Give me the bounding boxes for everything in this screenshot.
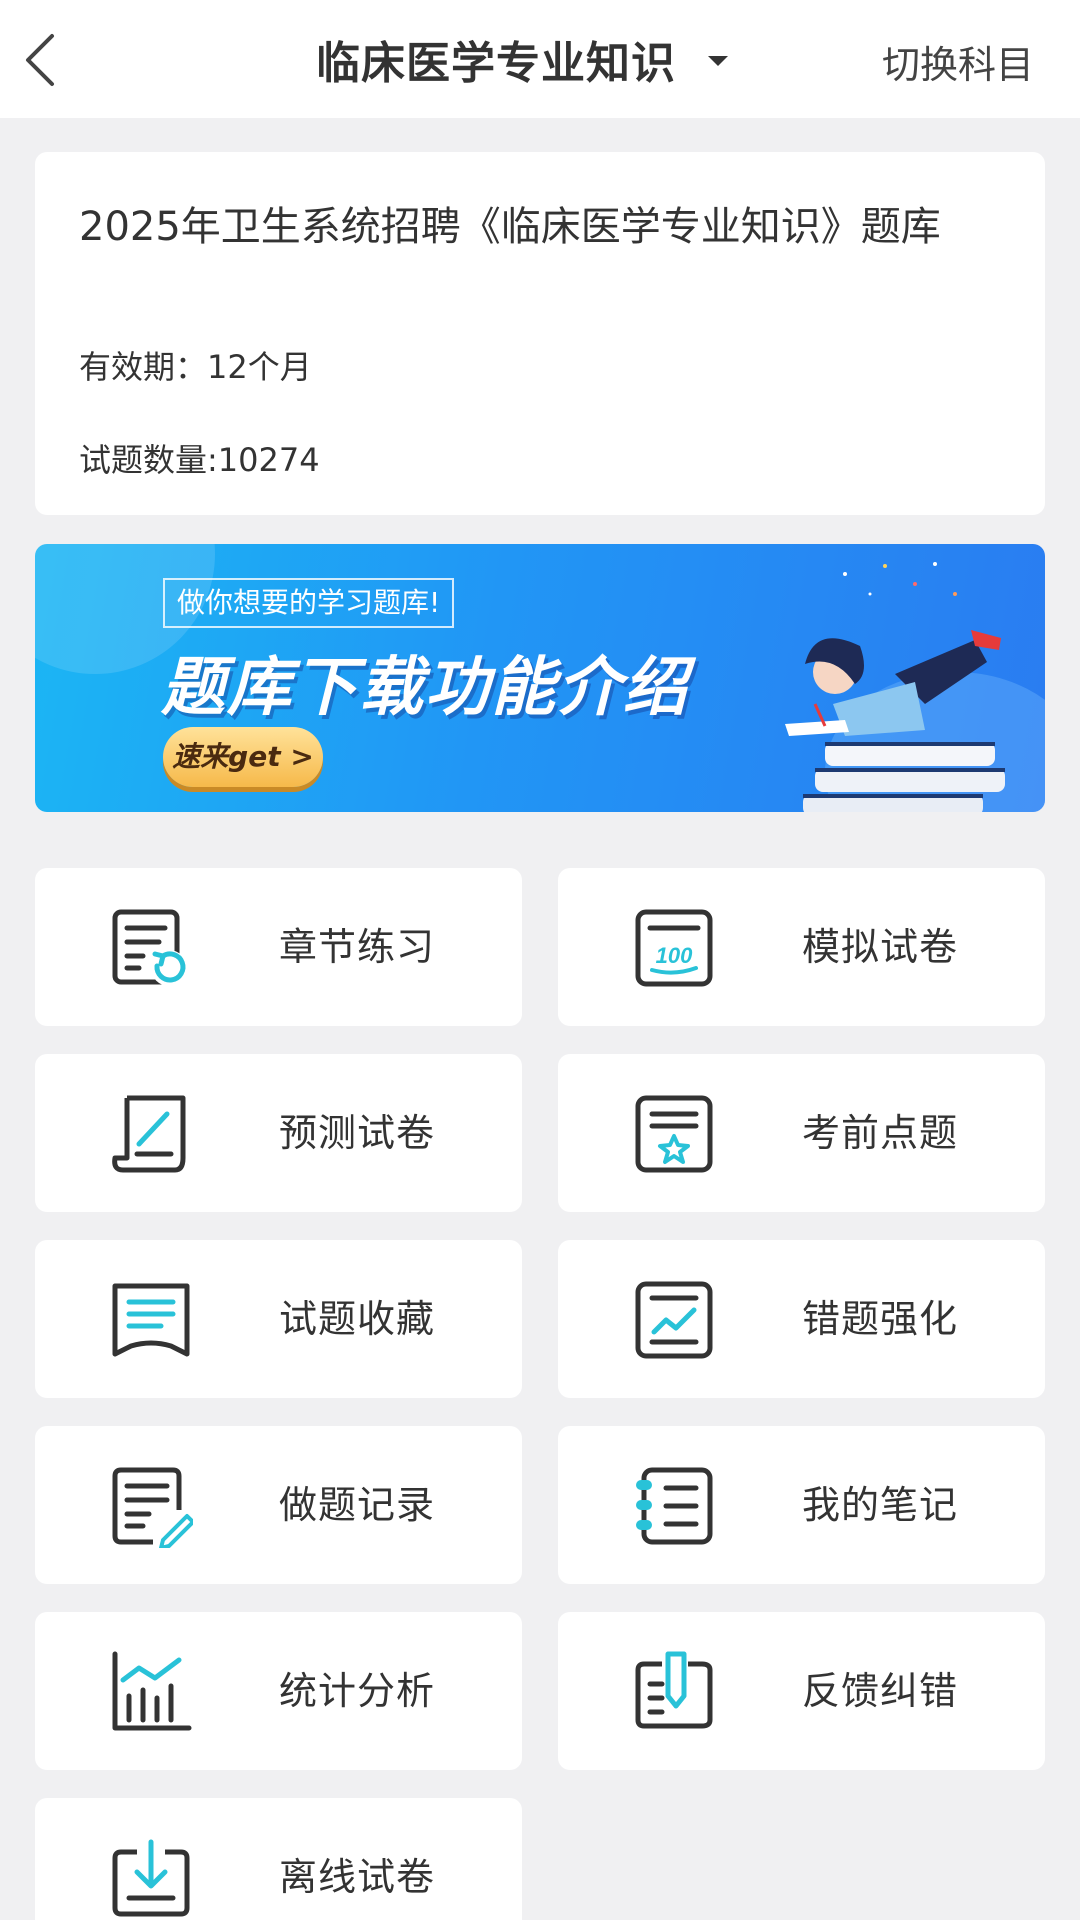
question-count: 试题数量:10274 [79,441,320,479]
tile-label: 考前点题 [802,1111,959,1155]
banner-slogan: 做你想要的学习题库! [163,578,455,628]
offline-exam-icon [112,1839,190,1917]
top-navigation-bar: 临床医学专业知识 切换科目 [0,0,1080,118]
page-title: 临床医学专业知识 [316,38,676,89]
subject-dropdown[interactable]: 临床医学专业知识 [316,26,728,92]
tile-offline-exam[interactable]: 离线试卷 [35,1798,522,1920]
wrong-questions-icon [635,1281,713,1359]
tile-prediction-exam[interactable]: 预测试卷 [35,1054,522,1212]
practice-record-icon [112,1467,193,1548]
banner-cta-button[interactable]: 速来get > [163,727,323,787]
tile-practice-record[interactable]: 做题记录 [35,1426,522,1584]
chevron-left-icon[interactable] [14,28,74,92]
mock-exam-icon: 100 [635,909,713,987]
switch-subject-button[interactable]: 切换科目 [882,34,1034,89]
tile-label: 离线试卷 [279,1855,436,1899]
tile-notes[interactable]: 我的笔记 [558,1426,1045,1584]
tile-label: 错题强化 [802,1297,959,1341]
key-questions-icon [635,1095,713,1173]
statistics-icon [112,1651,192,1731]
tile-key-questions[interactable]: 考前点题 [558,1054,1045,1212]
favorites-icon [112,1283,190,1357]
tile-feedback[interactable]: 反馈纠错 [558,1612,1045,1770]
feedback-icon [635,1651,713,1729]
tile-label: 做题记录 [279,1483,436,1527]
promo-banner[interactable]: 做你想要的学习题库! 题库下载功能介绍 速来get > [35,544,1045,812]
tile-mock-exam[interactable]: 100 模拟试卷 [558,868,1045,1026]
tile-statistics[interactable]: 统计分析 [35,1612,522,1770]
notes-icon [636,1467,713,1545]
tile-label: 预测试卷 [279,1111,436,1155]
caret-down-icon [708,56,728,66]
question-bank-title: 2025年卫生系统招聘《临床医学专业知识》题库 [79,204,941,250]
tile-label: 统计分析 [279,1669,436,1713]
studying-girl-illustration [785,562,1005,812]
tile-label: 试题收藏 [279,1297,436,1341]
tile-chapter-practice[interactable]: 章节练习 [35,868,522,1026]
validity-period: 有效期：12个月 [79,348,312,386]
tile-favorites[interactable]: 试题收藏 [35,1240,522,1398]
tile-label: 章节练习 [279,925,436,969]
tile-label: 我的笔记 [802,1483,959,1527]
prediction-exam-icon [112,1095,186,1173]
tile-label: 反馈纠错 [802,1669,959,1713]
svg-text:100: 100 [656,943,693,968]
tile-label: 模拟试卷 [802,925,959,969]
question-bank-info-card: 2025年卫生系统招聘《临床医学专业知识》题库 有效期：12个月 试题数量:10… [35,152,1045,515]
tile-wrong-questions[interactable]: 错题强化 [558,1240,1045,1398]
banner-headline: 题库下载功能介绍 [161,651,689,725]
chapter-practice-icon [112,909,187,986]
